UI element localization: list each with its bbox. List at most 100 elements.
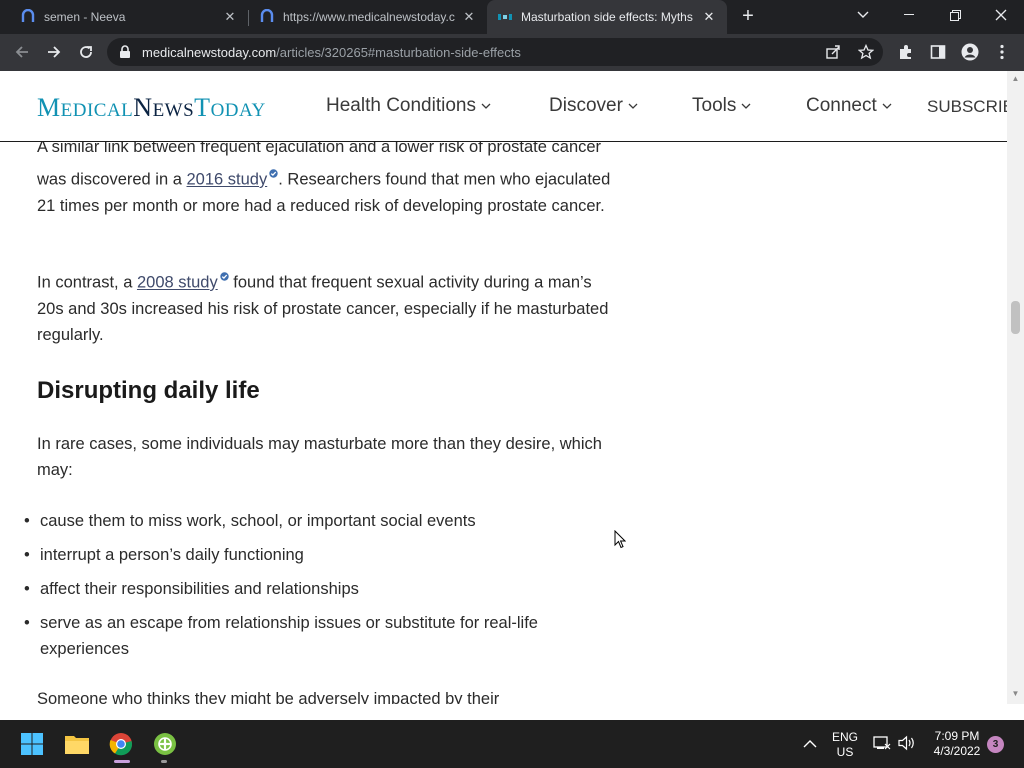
language-code: ENG bbox=[831, 730, 858, 744]
article-paragraph: A similar link between frequent ejaculat… bbox=[37, 134, 617, 219]
close-window-button[interactable] bbox=[978, 0, 1024, 30]
clock[interactable]: 7:09 PM 4/3/2022 bbox=[926, 729, 988, 759]
nav-label: SUBSCRIBE bbox=[927, 97, 1007, 116]
close-tab-icon[interactable]: ✕ bbox=[701, 9, 717, 25]
reload-button[interactable] bbox=[72, 38, 100, 66]
app-taskbar-button[interactable] bbox=[149, 728, 181, 760]
nav-discover[interactable]: Discover bbox=[549, 95, 638, 117]
bookmark-star-icon[interactable] bbox=[858, 44, 874, 60]
folder-icon bbox=[65, 736, 89, 754]
chevron-up-icon bbox=[803, 740, 817, 748]
chevron-down-icon bbox=[741, 103, 751, 109]
close-tab-icon[interactable]: ✕ bbox=[222, 9, 238, 25]
close-tab-icon[interactable]: ✕ bbox=[461, 9, 477, 25]
study-link-2008[interactable]: 2008 study bbox=[137, 274, 218, 292]
mnt-icon bbox=[497, 9, 513, 25]
tab-masturbation-side-effects[interactable]: Masturbation side effects: Myths ✕ bbox=[487, 0, 727, 34]
address-bar[interactable]: medicalnewstoday.com/articles/320265#mas… bbox=[107, 38, 883, 66]
study-link-2016[interactable]: 2016 study bbox=[187, 171, 268, 189]
nav-label: Health Conditions bbox=[326, 95, 476, 116]
browser-toolbar: medicalnewstoday.com/articles/320265#mas… bbox=[0, 34, 1024, 71]
restore-icon bbox=[949, 9, 961, 21]
tab-strip: semen - Neeva ✕ https://www.medicalnewst… bbox=[0, 0, 1024, 34]
windows-taskbar: ENG US 7:09 PM 4/3/2022 bbox=[0, 720, 1024, 768]
arrow-left-icon bbox=[15, 46, 28, 58]
forward-button[interactable] bbox=[40, 38, 68, 66]
kebab-menu-icon bbox=[1000, 44, 1004, 60]
notification-badge[interactable]: 3 bbox=[987, 736, 1004, 753]
tab-search-button[interactable] bbox=[840, 0, 886, 30]
tab-title: semen - Neeva bbox=[44, 10, 126, 24]
restore-button[interactable] bbox=[932, 0, 978, 30]
reload-icon bbox=[80, 46, 92, 58]
profile-button[interactable] bbox=[960, 42, 980, 62]
nav-label: Discover bbox=[549, 95, 623, 116]
file-explorer-button[interactable] bbox=[61, 728, 93, 760]
nav-label: Tools bbox=[692, 95, 737, 116]
list-item: cause them to miss work, school, or impo… bbox=[0, 508, 620, 534]
neeva-icon bbox=[20, 9, 36, 25]
extensions-button[interactable] bbox=[896, 42, 916, 62]
url-path: /articles/320265#masturbation-side-effec… bbox=[276, 45, 521, 60]
running-app-indicator bbox=[161, 760, 167, 763]
arrow-right-icon bbox=[48, 46, 61, 58]
article-paragraph: In contrast, a 2008 study found that fre… bbox=[37, 263, 617, 348]
list-item: affect their responsibilities and relati… bbox=[0, 576, 620, 602]
minimize-icon bbox=[904, 14, 914, 15]
scroll-down-arrow-icon[interactable]: ▼ bbox=[1011, 689, 1020, 698]
nav-tools[interactable]: Tools bbox=[692, 95, 751, 117]
windows-logo-icon bbox=[21, 733, 43, 755]
profile-icon bbox=[961, 43, 979, 61]
scroll-up-arrow-icon[interactable]: ▲ bbox=[1011, 74, 1020, 83]
share-icon[interactable] bbox=[825, 44, 841, 60]
logo-letter: N bbox=[133, 93, 153, 122]
side-panel-button[interactable] bbox=[928, 42, 948, 62]
chrome-taskbar-button[interactable] bbox=[105, 728, 137, 760]
site-header: MEDICALNEWSTODAY Health Conditions Disco… bbox=[0, 71, 1007, 142]
site-logo[interactable]: MEDICALNEWSTODAY bbox=[37, 93, 266, 123]
chrome-menu-button[interactable] bbox=[992, 42, 1012, 62]
green-app-icon bbox=[154, 733, 176, 755]
chevron-down-icon bbox=[882, 103, 892, 109]
article-paragraph: Someone who thinks they might be adverse… bbox=[37, 690, 500, 704]
speaker-icon bbox=[898, 735, 914, 751]
vertical-scrollbar[interactable]: ▲ ▼ bbox=[1007, 71, 1024, 704]
logo-letter: EWS bbox=[152, 100, 195, 121]
side-panel-icon bbox=[930, 45, 946, 59]
list-item: interrupt a person’s daily functioning bbox=[0, 542, 620, 568]
active-app-indicator bbox=[114, 760, 130, 763]
volume-control[interactable] bbox=[898, 735, 916, 756]
new-tab-button[interactable]: + bbox=[736, 5, 760, 29]
close-icon bbox=[995, 9, 1007, 21]
chevron-down-icon bbox=[857, 11, 869, 18]
url-domain: medicalnewstoday.com bbox=[142, 45, 277, 60]
nav-health-conditions[interactable]: Health Conditions bbox=[326, 95, 491, 117]
logo-letter: EDICAL bbox=[60, 100, 134, 121]
back-button[interactable] bbox=[8, 38, 36, 66]
article-paragraph: In rare cases, some individuals may mast… bbox=[37, 435, 602, 479]
nav-connect[interactable]: Connect bbox=[806, 95, 892, 117]
logo-letter: ODAY bbox=[210, 100, 266, 121]
clock-date: 4/3/2022 bbox=[933, 744, 981, 758]
logo-letter: M bbox=[37, 93, 61, 122]
tab-semen-neeva[interactable]: semen - Neeva ✕ bbox=[0, 0, 248, 34]
minimize-button[interactable] bbox=[886, 0, 932, 30]
tab-title: Masturbation side effects: Myths bbox=[521, 10, 693, 24]
language-indicator[interactable]: ENG US bbox=[828, 730, 862, 760]
paragraph-text: In contrast, a bbox=[37, 273, 137, 292]
show-hidden-icons-button[interactable] bbox=[803, 736, 817, 754]
network-icon bbox=[873, 736, 891, 750]
neeva-icon bbox=[259, 9, 275, 25]
scrollbar-thumb[interactable] bbox=[1011, 301, 1020, 334]
network-status[interactable] bbox=[873, 735, 891, 756]
tab-title: https://www.medicalnewstoday.c bbox=[283, 10, 455, 24]
tab-medicalnewstoday-url[interactable]: https://www.medicalnewstoday.c ✕ bbox=[249, 0, 487, 34]
clock-time: 7:09 PM bbox=[934, 729, 980, 743]
page-viewport: MEDICALNEWSTODAY Health Conditions Disco… bbox=[0, 71, 1024, 704]
lock-icon[interactable] bbox=[119, 45, 131, 59]
mouse-cursor-icon bbox=[614, 530, 626, 549]
start-button[interactable] bbox=[16, 728, 48, 760]
nav-subscribe[interactable]: SUBSCRIBE bbox=[927, 97, 1007, 117]
verified-check-icon bbox=[269, 160, 278, 186]
logo-letter: T bbox=[194, 93, 211, 122]
